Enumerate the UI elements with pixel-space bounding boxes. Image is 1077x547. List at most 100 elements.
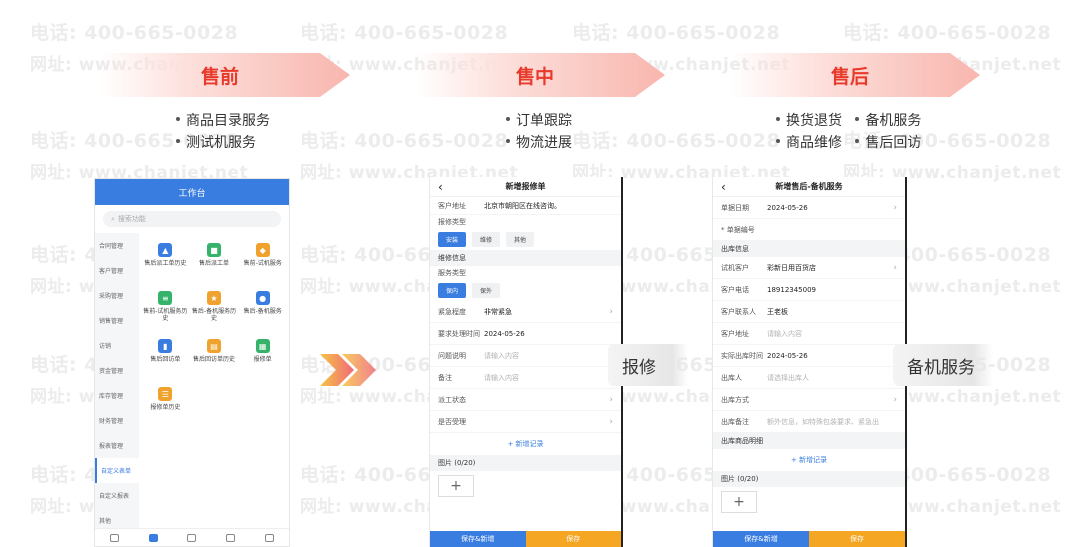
workbench-tabbar	[95, 528, 289, 546]
app-tile[interactable]: ▤ 售后回访单历史	[190, 339, 239, 383]
workbench-search-input[interactable]: ⌕ 搜索功能	[103, 211, 281, 227]
out-person-row[interactable]: 出库人 请选择出库人	[713, 367, 905, 389]
save-button[interactable]: 保存	[525, 531, 621, 547]
field-label: 报修类型	[438, 218, 466, 226]
backup-action-bar: 保存&新增 保存	[713, 531, 905, 547]
accepted-row[interactable]: 是否受理 ›	[430, 411, 621, 433]
repair-type-label-row: 报修类型	[430, 215, 621, 229]
repair-nav-title: 新增报修单	[505, 182, 546, 191]
chevron-right-icon: ›	[609, 306, 613, 317]
app-label: 售后-备机服务	[243, 308, 282, 315]
sidebar-item[interactable]: 报表管理	[95, 433, 139, 458]
field-label: 问题说明	[438, 351, 466, 360]
out-time-row[interactable]: 实际出库时间 2024-05-26	[713, 345, 905, 367]
sidebar-item[interactable]: 库存管理	[95, 383, 139, 408]
transition-arrow-icon	[320, 354, 376, 386]
app-tile[interactable]: ■ 售后派工单	[190, 243, 239, 287]
sidebar-item[interactable]: 自定义报表	[95, 483, 139, 508]
field-label: 客户地址	[721, 329, 749, 338]
stage-title: 售后	[830, 65, 869, 88]
aftersale-bullets: 换货退货 备机服务 商品维修 售后回访	[776, 110, 921, 154]
chevron-right-icon: ›	[893, 262, 897, 273]
customer-address-row[interactable]: 客户地址 北京市朝阳区在线咨询。	[430, 197, 621, 215]
back-icon[interactable]: ‹	[721, 180, 726, 194]
watermark-phone: 电话: 400-665-0028	[30, 22, 239, 44]
workbench-app-grid: ▲ 售后派工单历史 ■ 售后派工单 ◆ 售前-试机服务 ≡ 售前-试机服务历史 ★ 售后-备机服务…	[139, 233, 289, 533]
app-label: 售前-试机服务历史	[143, 308, 188, 322]
home-tab-icon[interactable]	[109, 533, 119, 542]
out-method-row[interactable]: 出库方式 ›	[713, 389, 905, 411]
field-value: 2024-05-26	[767, 351, 808, 360]
app-label: 报修单	[253, 356, 272, 363]
app-tile[interactable]: ★ 售后-备机服务历史	[190, 291, 239, 335]
report-tab-icon[interactable]	[226, 533, 236, 542]
add-record-button[interactable]: + 新增记录	[713, 449, 905, 471]
app-tile[interactable]: ▦ 报修单	[238, 339, 287, 383]
field-label: 单据日期	[721, 203, 749, 212]
add-image-button[interactable]: +	[721, 491, 757, 513]
bullet-item: 商品维修 售后回访	[776, 132, 921, 154]
deadline-row[interactable]: 要求处理时间 2024-05-26	[430, 323, 621, 345]
dispatch-status-row[interactable]: 派工状态 ›	[430, 389, 621, 411]
sidebar-item[interactable]: 资金管理	[95, 358, 139, 383]
app-tile[interactable]: ▲ 售后派工单历史	[141, 243, 190, 287]
add-image-button[interactable]: +	[438, 475, 474, 497]
out-remark-row[interactable]: 出库备注 额外信息，如特殊包装要求、紧急出	[713, 411, 905, 433]
number-row[interactable]: * 单据编号	[713, 219, 905, 241]
repair-type-install[interactable]: 安装	[438, 232, 467, 247]
plus-icon: +	[790, 456, 800, 464]
remark-row[interactable]: 备注 请输入内容	[430, 367, 621, 389]
sidebar-item[interactable]: 合同管理	[95, 233, 139, 258]
repair-type-repair[interactable]: 维修	[472, 232, 501, 247]
sidebar-item[interactable]: 财务管理	[95, 408, 139, 433]
field-label: 客户地址	[438, 201, 466, 210]
field-label: 是否受理	[438, 417, 466, 426]
app-tile[interactable]: ◆ 售前-试机服务	[238, 243, 287, 287]
phone-row[interactable]: 客户电话 18912345009	[713, 279, 905, 301]
field-value: 18912345009	[767, 285, 816, 294]
sidebar-item[interactable]: 采购管理	[95, 283, 139, 308]
address-row[interactable]: 客户地址 请输入内容	[713, 323, 905, 345]
backup-nav-title: 新增售后-备机服务	[775, 182, 843, 191]
sidebar-item[interactable]: 客户管理	[95, 258, 139, 283]
app-tile[interactable]: ● 售后-备机服务	[238, 291, 287, 335]
field-placeholder: 额外信息，如特殊包装要求、紧急出	[767, 417, 879, 426]
date-row[interactable]: 单据日期 2024-05-26 ›	[713, 197, 905, 219]
profile-tab-icon[interactable]	[265, 533, 275, 542]
field-label: 客户联系人	[721, 307, 756, 316]
service-type-in-warranty[interactable]: 保内	[438, 283, 467, 298]
save-and-new-button[interactable]: 保存&新增	[430, 531, 526, 547]
repair-type-other[interactable]: 其他	[506, 232, 535, 247]
insale-bullets: 订单跟踪 物流进展	[506, 110, 572, 154]
app-tile[interactable]: ▮ 售后回访单	[141, 339, 190, 383]
contact-row[interactable]: 客户联系人 王老板	[713, 301, 905, 323]
sidebar-item[interactable]: 访销	[95, 333, 139, 358]
search-icon: ⌕	[111, 214, 115, 223]
service-type-label-row: 服务类型	[430, 266, 621, 280]
problem-row[interactable]: 问题说明 请输入内容	[430, 345, 621, 367]
field-placeholder: 请输入内容	[484, 351, 519, 360]
app-label: 售后回访单	[150, 356, 181, 363]
service-type-out-warranty[interactable]: 保外	[472, 283, 501, 298]
sidebar-item[interactable]: 销售管理	[95, 308, 139, 333]
app-tile[interactable]: ☰ 报修单历史	[141, 387, 190, 431]
customer-row[interactable]: 试机客户 彩新日用百货店 ›	[713, 257, 905, 279]
field-label: 服务类型	[438, 269, 466, 277]
workbench-tab-icon[interactable]	[148, 533, 158, 542]
field-label: 要求处理时间	[438, 329, 480, 338]
add-record-label: 新增记录	[515, 440, 544, 448]
field-label: 出库备注	[721, 417, 749, 426]
field-label: 备注	[438, 373, 452, 382]
chevron-right-icon: ›	[609, 416, 613, 427]
sidebar-item[interactable]: 自定义表单	[95, 458, 139, 483]
field-value: 北京市朝阳区在线咨询。	[484, 201, 561, 210]
app-tile[interactable]: ≡ 售前-试机服务历史	[141, 291, 190, 335]
add-record-button[interactable]: + 新增记录	[430, 433, 621, 455]
save-and-new-button[interactable]: 保存&新增	[713, 531, 809, 547]
app-label: 售后回访单历史	[192, 356, 235, 363]
save-button[interactable]: 保存	[809, 531, 905, 547]
back-icon[interactable]: ‹	[438, 180, 443, 194]
urgency-row[interactable]: 紧急程度 非常紧急 ›	[430, 301, 621, 323]
bar-chart-icon: ▮	[158, 339, 173, 353]
message-tab-icon[interactable]	[187, 533, 197, 542]
